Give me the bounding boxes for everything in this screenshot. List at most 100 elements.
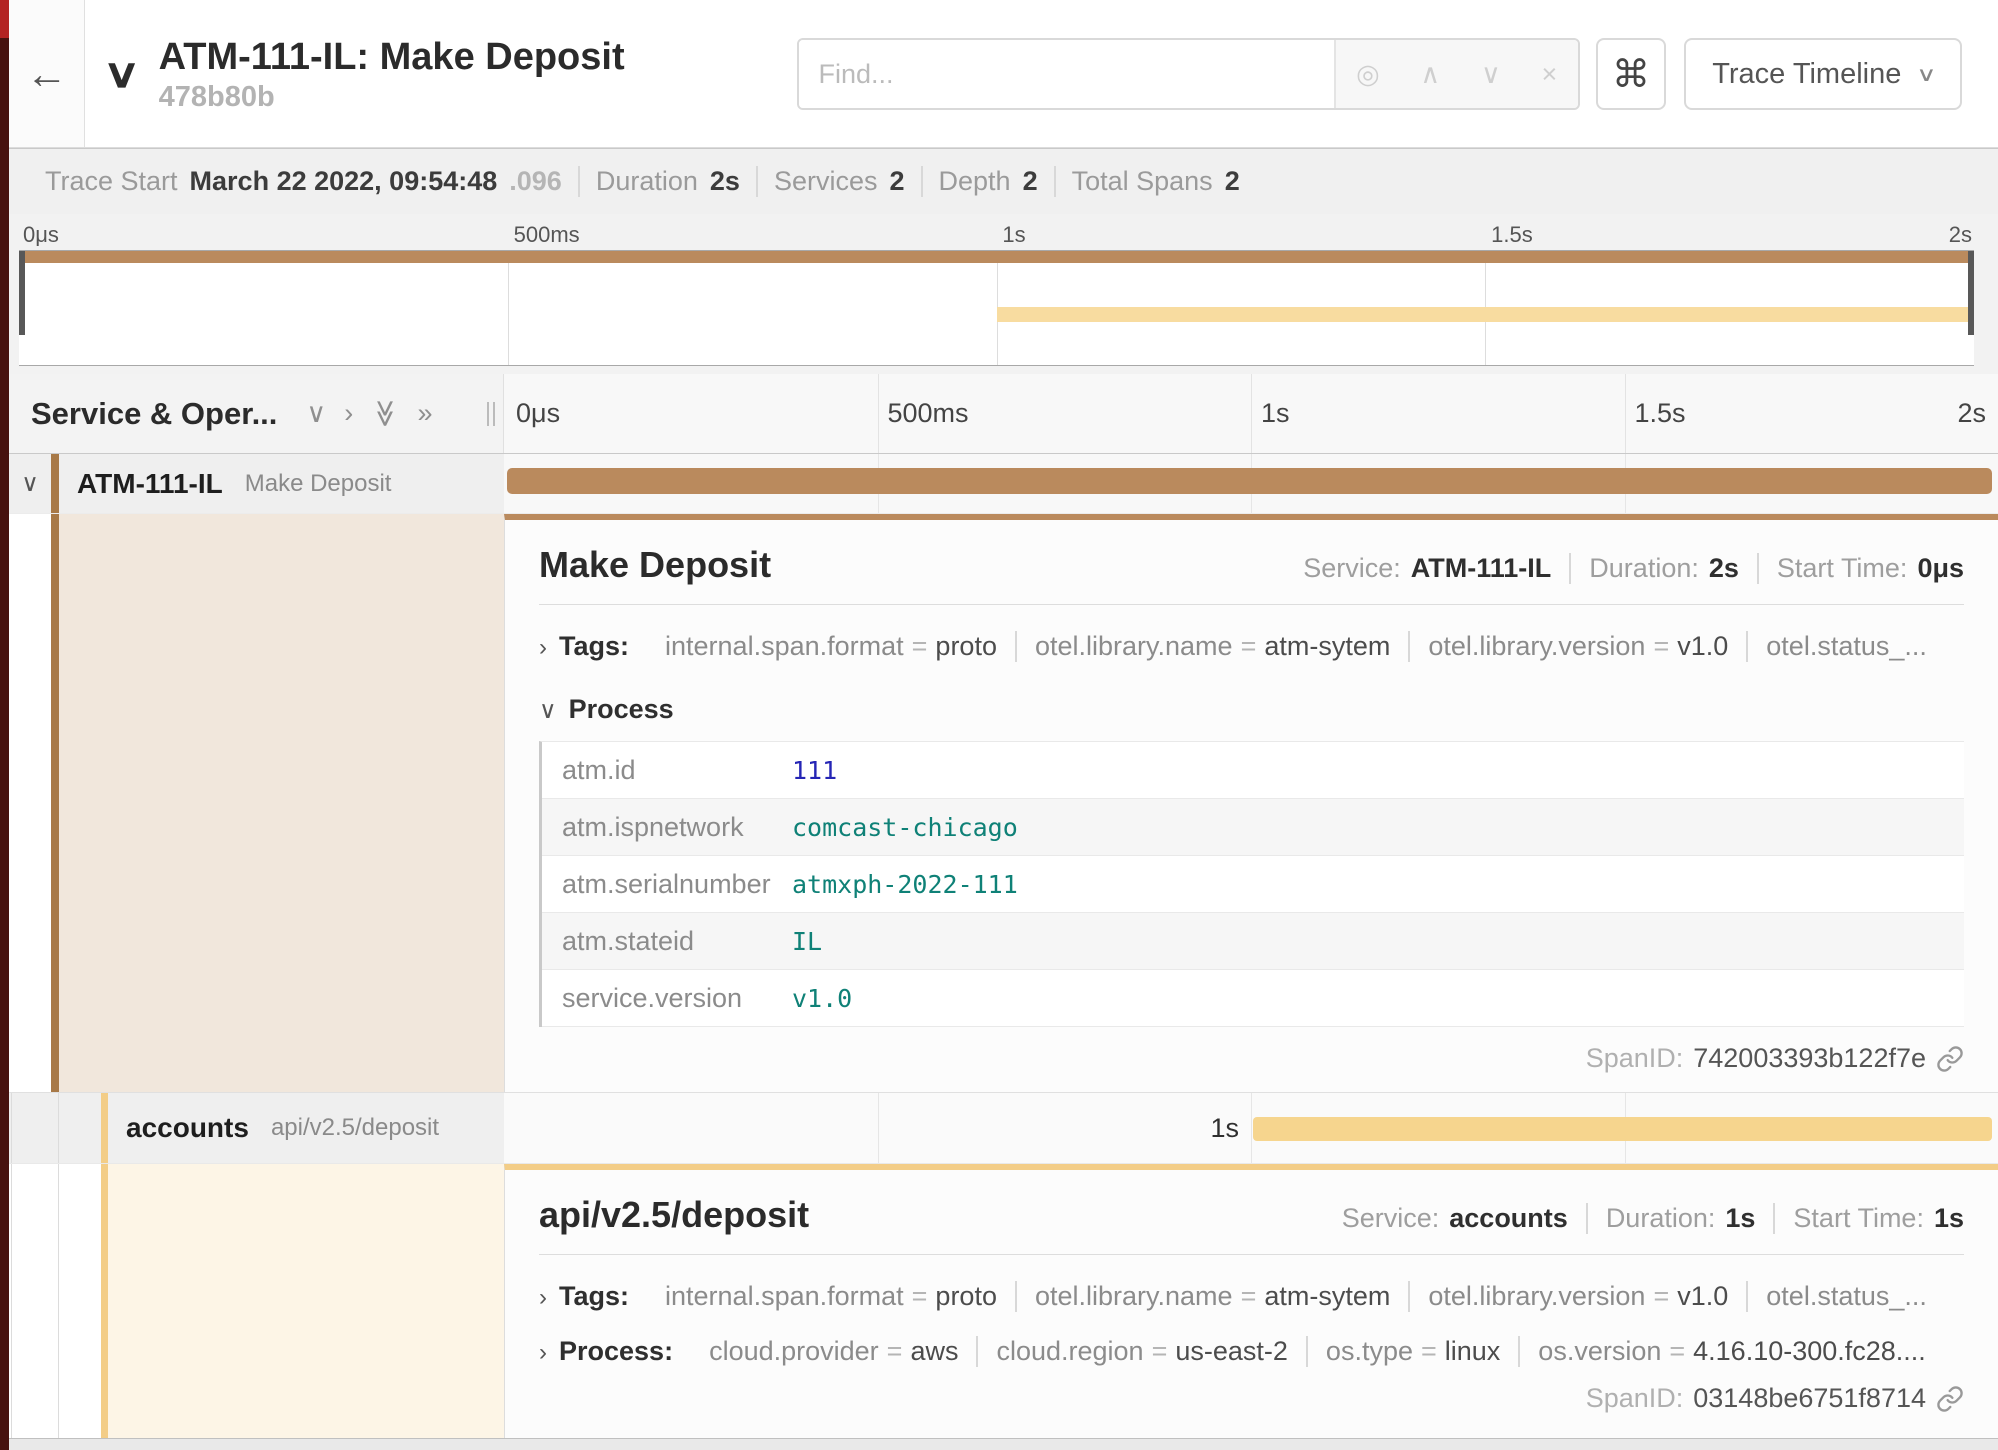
service-color-marker-atm <box>51 454 59 513</box>
view-selector-label: Trace Timeline <box>1712 58 1901 91</box>
find-prev-icon[interactable]: ∧ <box>1420 59 1440 90</box>
tags-collapsed-chevron-icon[interactable]: › <box>539 1284 547 1312</box>
tags-collapsed-chevron-icon[interactable]: › <box>539 634 547 662</box>
find-input[interactable] <box>799 40 1334 108</box>
collapse-all-icon[interactable]: ≫ <box>370 399 401 427</box>
start-time-label: Start Time: <box>1793 1203 1924 1234</box>
tree-guide-line <box>11 1093 12 1163</box>
summary-duration: Duration 2s <box>580 166 758 197</box>
find-clear-icon[interactable]: × <box>1542 59 1558 90</box>
summary-trace-start: Trace Start March 22 2022, 09:54:48.096 <box>29 166 580 197</box>
span-bar-atm[interactable] <box>507 468 1992 494</box>
tags-row[interactable]: › Tags: internal.span.format=proto otel.… <box>539 1281 1964 1312</box>
find-actions: ◎ ∧ ∨ × <box>1334 40 1578 108</box>
trace-id: 478b80b <box>159 80 625 114</box>
span-detail-row-atm: Make Deposit Service:ATM-111-IL Duration… <box>9 514 1998 1092</box>
minimap-left-scrub-handle[interactable] <box>19 251 25 335</box>
process-section-header[interactable]: ∨ Process <box>539 694 1964 725</box>
tags-row[interactable]: › Tags: internal.span.format=proto otel.… <box>539 631 1964 662</box>
start-time-label: Start Time: <box>1777 553 1908 584</box>
back-button[interactable]: ← <box>9 0 85 147</box>
process-chip: cloud.region=us-east-2 <box>978 1336 1307 1367</box>
kv-key: atm.ispnetwork <box>542 812 792 843</box>
minimap-tick-labels: 0μs 500ms 1s 1.5s 2s <box>19 220 1974 250</box>
link-icon[interactable] <box>1936 1045 1964 1073</box>
collapse-one-icon[interactable]: ∨ <box>306 398 326 429</box>
rail-tint-accounts <box>108 1164 504 1438</box>
trace-timeline-page: ← ∨ ATM-111-IL: Make Deposit 478b80b ◎ ∧… <box>9 0 1998 1450</box>
view-selector-dropdown[interactable]: Trace Timeline ∨ <box>1684 38 1962 110</box>
kv-value: atmxph-2022-111 <box>792 870 1018 899</box>
summary-depth: Depth 2 <box>923 166 1056 197</box>
detail-rail-accounts <box>9 1164 504 1438</box>
find-target-icon[interactable]: ◎ <box>1356 59 1380 90</box>
detail-meta: Service:accounts Duration:1s Start Time:… <box>1324 1203 1964 1234</box>
tag-chip: otel.library.name=atm-sytem <box>1017 1281 1410 1312</box>
find-next-icon[interactable]: ∨ <box>1481 59 1501 90</box>
spanid-value: 03148be6751f8714 <box>1693 1383 1926 1414</box>
rail-service-line-atm <box>51 514 59 1092</box>
tag-chip: otel.status_... <box>1748 1281 1945 1312</box>
spanid-value: 742003393b122f7e <box>1693 1043 1926 1074</box>
trace-start-label: Trace Start <box>45 166 178 197</box>
span-service-name[interactable]: accounts <box>126 1112 249 1144</box>
process-label[interactable]: Process <box>569 694 674 725</box>
kv-key: service.version <box>542 983 792 1014</box>
span-operation-name: Make Deposit <box>245 470 392 498</box>
span-timeline-cell-accounts[interactable]: 1s <box>504 1093 1998 1163</box>
span-service-name[interactable]: ATM-111-IL <box>77 468 223 500</box>
tick-gridline <box>1625 374 1626 453</box>
tick-label-4: 2s <box>1957 398 1986 429</box>
service-label: Service: <box>1342 1203 1440 1234</box>
link-icon[interactable] <box>1936 1385 1964 1413</box>
services-value: 2 <box>889 166 904 197</box>
tags-label[interactable]: Tags: <box>559 631 629 662</box>
duration-value: 1s <box>1725 1203 1755 1234</box>
divider <box>539 1254 1964 1255</box>
keyboard-shortcuts-button[interactable]: ⌘ <box>1596 38 1667 110</box>
start-time-value: 1s <box>1934 1203 1964 1234</box>
tick-label-1: 500ms <box>888 398 969 429</box>
process-chip: os.version=4.16.10-300.fc28.... <box>1520 1336 1944 1367</box>
span-duration-label: 1s <box>1210 1113 1251 1144</box>
process-row[interactable]: › Process: cloud.provider=aws cloud.regi… <box>539 1336 1964 1367</box>
table-row: atm.ispnetwork comcast-chicago <box>542 799 1964 856</box>
span-name-cell-accounts[interactable]: accounts api/v2.5/deposit <box>9 1093 504 1163</box>
column-resizer[interactable] <box>487 402 495 426</box>
start-time-value: 0μs <box>1917 553 1964 584</box>
total-spans-value: 2 <box>1225 166 1240 197</box>
span-row-accounts[interactable]: accounts api/v2.5/deposit 1s <box>9 1092 1998 1164</box>
detail-title: Make Deposit <box>539 544 771 586</box>
command-icon: ⌘ <box>1612 52 1650 97</box>
minimap-right-scrub-handle[interactable] <box>1968 251 1974 335</box>
table-row: atm.id 111 <box>542 742 1964 799</box>
process-chip: os.type=linux <box>1308 1336 1520 1367</box>
expand-one-icon[interactable]: › <box>344 398 353 429</box>
trace-collapse-chevron-icon[interactable]: ∨ <box>103 51 141 97</box>
span-row-atm[interactable]: ∨ ATM-111-IL Make Deposit <box>9 454 1998 514</box>
row-gridline <box>1251 1093 1252 1163</box>
trace-title: ATM-111-IL: Make Deposit <box>159 34 625 80</box>
process-collapsed-chevron-icon[interactable]: › <box>539 1339 547 1367</box>
minimap-canvas[interactable] <box>19 250 1974 366</box>
expand-all-icon[interactable]: » <box>417 398 432 429</box>
service-label: Service: <box>1303 553 1401 584</box>
dropdown-caret-icon: ∨ <box>1916 62 1936 87</box>
span-name-cell-atm[interactable]: ∨ ATM-111-IL Make Deposit <box>9 454 504 513</box>
detail-meta: Service:ATM-111-IL Duration:2s Start Tim… <box>1285 553 1964 584</box>
minimap-tick-0: 0μs <box>23 222 59 248</box>
span-detail-card-atm: Make Deposit Service:ATM-111-IL Duration… <box>504 514 1998 1092</box>
span-timeline-cell-atm[interactable] <box>504 454 1998 513</box>
tick-gridline <box>1251 374 1252 453</box>
span-bar-accounts[interactable] <box>1253 1117 1992 1141</box>
spanid-label: SpanID: <box>1586 1383 1684 1414</box>
process-label[interactable]: Process: <box>559 1336 673 1367</box>
tag-chip: otel.status_... <box>1748 631 1945 662</box>
process-expanded-chevron-icon[interactable]: ∨ <box>539 696 557 725</box>
trace-start-value: March 22 2022, 09:54:48 <box>190 166 498 197</box>
minimap-span-bar-accounts <box>997 307 1975 322</box>
tags-label[interactable]: Tags: <box>559 1281 629 1312</box>
span-collapse-chevron-icon[interactable]: ∨ <box>9 469 51 498</box>
tree-guide-line <box>58 1164 59 1438</box>
duration-value: 2s <box>1709 553 1739 584</box>
